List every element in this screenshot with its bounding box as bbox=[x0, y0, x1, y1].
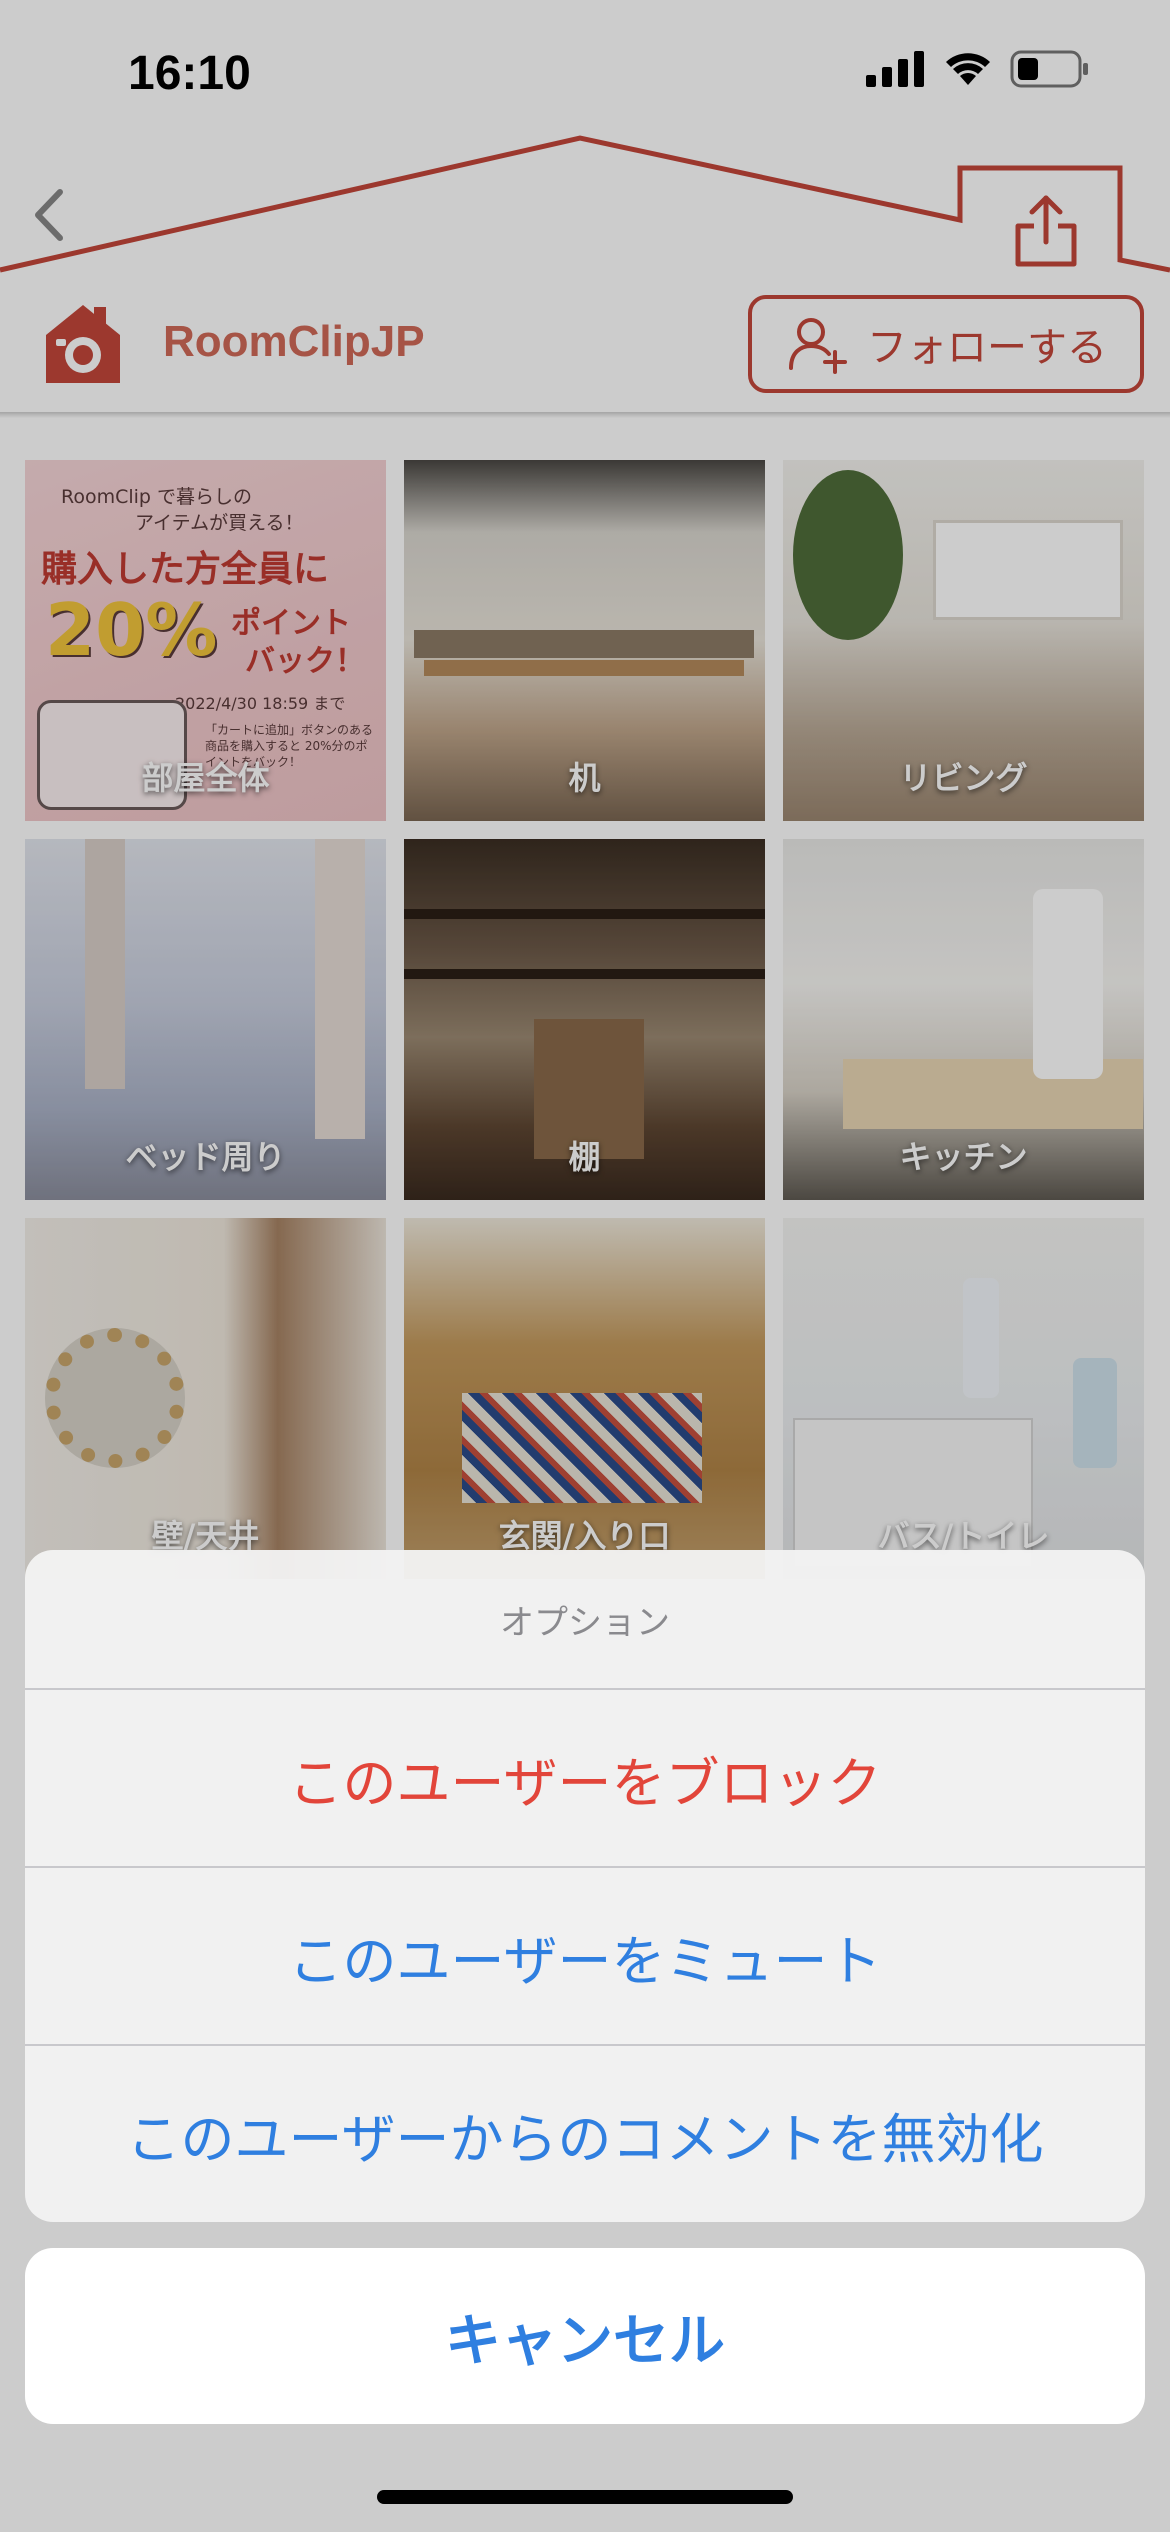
cancel-button[interactable]: キャンセル bbox=[25, 2248, 1145, 2424]
block-user-button[interactable]: このユーザーをブロック bbox=[25, 1688, 1145, 1866]
options-action-sheet: オプション このユーザーをブロック このユーザーをミュート このユーザーからのコ… bbox=[25, 1550, 1145, 2222]
home-indicator[interactable] bbox=[377, 2490, 793, 2504]
mute-user-button[interactable]: このユーザーをミュート bbox=[25, 1866, 1145, 2044]
action-sheet-title: オプション bbox=[500, 1602, 670, 1643]
disable-comments-button[interactable]: このユーザーからのコメントを無効化 bbox=[25, 2044, 1145, 2222]
app-screen: 16:10 RoomClipJP フォローする RoomClip で暮らしの ア… bbox=[0, 0, 1170, 2532]
